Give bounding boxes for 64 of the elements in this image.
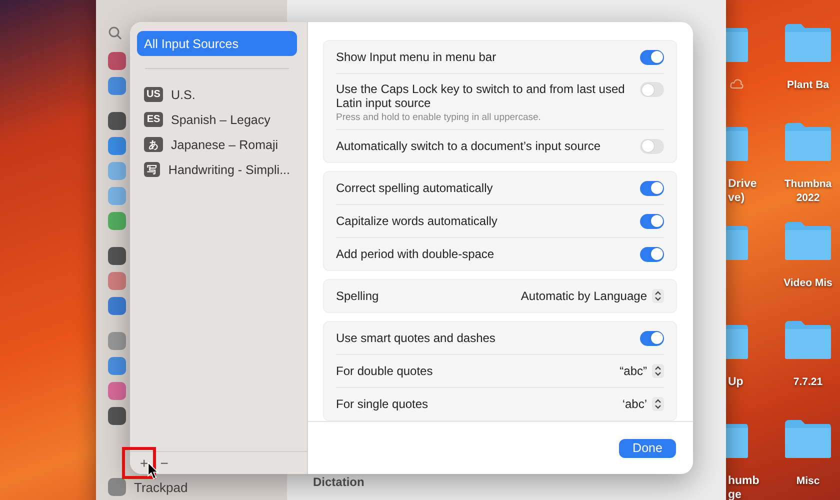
section-heading: Dictation	[313, 475, 364, 489]
language-badge: あ	[144, 137, 163, 152]
settings-category-icon[interactable]	[108, 77, 126, 95]
input-source-item[interactable]: US U.S.	[137, 82, 297, 107]
toggle-switch[interactable]	[640, 214, 664, 228]
setting-label: Spelling	[336, 289, 379, 303]
setting-label: Add period with double-space	[336, 247, 494, 261]
folder-label: Misc	[796, 474, 820, 488]
settings-category-icon[interactable]	[108, 332, 126, 350]
popup-menu[interactable]: Automatic by Language	[520, 289, 664, 303]
remove-button[interactable]: −	[157, 455, 172, 471]
folder-icon[interactable]	[783, 121, 833, 163]
settings-category-icon[interactable]	[108, 357, 126, 375]
language-badge: 写	[144, 162, 160, 177]
folder-icon[interactable]	[783, 418, 833, 460]
toggle-switch[interactable]	[640, 330, 664, 346]
language-badge: ES	[144, 112, 163, 127]
setting-label: Use the Caps Lock key to switch to and from last used Latin input source	[336, 82, 626, 110]
popup-menu[interactable]: ‘abc’	[622, 397, 664, 411]
folder-label: Video Mis	[784, 276, 832, 290]
search-icon[interactable]	[108, 26, 122, 40]
folder-label: Thumbna 2022	[784, 177, 832, 205]
settings-category-icon[interactable]	[108, 137, 126, 155]
setting-label: For single quotes	[336, 397, 428, 411]
setting-label: Automatically switch to a document’s input source	[336, 139, 601, 153]
toggle-switch[interactable]	[640, 138, 664, 154]
language-badge: US	[144, 87, 163, 102]
setting-label: Show Input menu in menu bar	[336, 50, 496, 64]
folder-icon[interactable]	[783, 22, 833, 64]
cursor-icon	[147, 462, 159, 480]
popup-menu[interactable]: “abc”	[620, 364, 664, 378]
toggle-switch[interactable]	[640, 50, 664, 64]
folder-label: 7.7.21	[793, 375, 823, 389]
folder-icon[interactable]	[783, 220, 833, 262]
setting-label: Capitalize words automatically	[336, 214, 498, 228]
input-source-item[interactable]: ES Spanish – Legacy	[137, 107, 297, 132]
setting-label: Correct spelling automatically	[336, 181, 493, 195]
toggle-switch[interactable]	[640, 180, 664, 196]
trackpad-icon[interactable]	[108, 478, 126, 496]
sidebar-item[interactable]: Trackpad	[134, 480, 188, 494]
settings-category-icon[interactable]	[108, 52, 126, 70]
popup-arrows-icon	[652, 364, 664, 378]
folder-label: Up	[728, 375, 744, 389]
popup-arrows-icon	[652, 289, 664, 303]
settings-category-icon[interactable]	[108, 297, 126, 315]
settings-category-icon[interactable]	[108, 272, 126, 290]
input-source-item[interactable]: All Input Sources	[137, 31, 297, 56]
settings-category-icon[interactable]	[108, 407, 126, 425]
folder-label: Plant Ba	[786, 78, 829, 92]
settings-category-icon[interactable]	[108, 112, 126, 130]
input-source-item[interactable]: 写 Handwriting - Simpli...	[137, 157, 297, 182]
add-button[interactable]: +	[137, 455, 152, 471]
toggle-switch[interactable]	[640, 82, 664, 97]
done-button[interactable]: Done	[619, 438, 676, 458]
input-source-item[interactable]: あ Japanese – Romaji	[137, 132, 297, 157]
setting-hint: Press and hold to enable typing in all uppercase.	[336, 112, 542, 123]
settings-category-icon[interactable]	[108, 382, 126, 400]
folder-label: Drive ve)	[728, 177, 757, 205]
toggle-switch[interactable]	[640, 246, 664, 262]
setting-label: Use smart quotes and dashes	[336, 331, 496, 345]
settings-category-icon[interactable]	[108, 247, 126, 265]
folder-icon[interactable]	[783, 319, 833, 361]
setting-label: For double quotes	[336, 364, 433, 378]
popup-arrows-icon	[652, 397, 664, 411]
